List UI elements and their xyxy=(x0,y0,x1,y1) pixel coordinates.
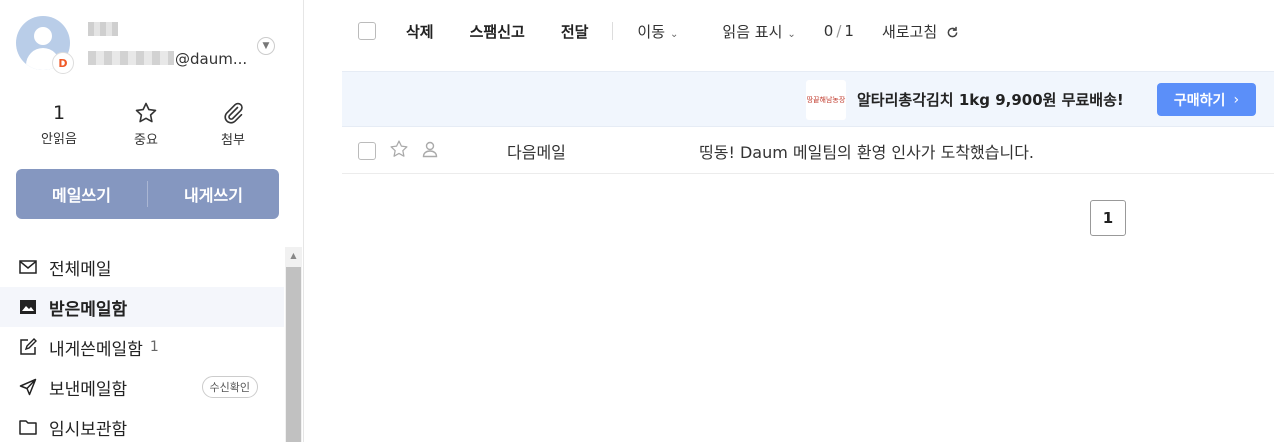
ad-thumbnail: 땅끝해남농장 xyxy=(806,80,846,120)
delete-button[interactable]: 삭제 xyxy=(406,21,434,42)
folder-sent-to-self[interactable]: 내게쓴메일함 1 xyxy=(0,327,284,367)
envelope-icon xyxy=(18,257,38,277)
inbox-icon xyxy=(18,297,38,317)
sidebar: D @daum... ▼ 1 안읽음 중요 첨부 메일쓰기 내게쓰기 전체메일 xyxy=(0,0,304,442)
refresh-label: 새로고침 xyxy=(881,22,938,41)
refresh-button[interactable]: 새로고침 xyxy=(882,21,959,42)
paper-plane-icon xyxy=(18,377,38,397)
folder-label: 내게쓴메일함 xyxy=(49,339,143,360)
counter-total: 1 xyxy=(844,22,854,40)
scroll-up-arrow-icon[interactable]: ▲ xyxy=(285,247,302,264)
chevron-down-icon: ▼ xyxy=(262,41,270,51)
compose-bar: 메일쓰기 내게쓰기 xyxy=(16,169,279,219)
message-subject[interactable]: 띵동! Daum 메일팀의 환영 인사가 도착했습니다. xyxy=(699,139,1034,163)
message-sender[interactable]: 다음메일 xyxy=(507,139,566,163)
page-number-button[interactable]: 1 xyxy=(1090,200,1126,236)
paperclip-icon xyxy=(198,101,268,127)
note-edit-icon xyxy=(18,337,38,357)
read-receipt-button[interactable]: 수신확인 xyxy=(201,376,258,398)
folder-label: 받은메일함 xyxy=(49,299,128,320)
account-email: @daum... xyxy=(175,50,248,68)
spam-report-button[interactable]: 스팸신고 xyxy=(470,21,525,42)
folder-all-mail[interactable]: 전체메일 xyxy=(0,247,284,287)
stat-important[interactable]: 중요 xyxy=(111,100,181,148)
star-icon[interactable] xyxy=(389,139,409,163)
stat-label-unread: 안읽음 xyxy=(41,132,77,147)
blurred-username xyxy=(88,22,118,36)
select-all-checkbox[interactable] xyxy=(358,22,376,40)
table-row[interactable]: 다음메일 띵동! Daum 메일팀의 환영 인사가 도착했습니다. xyxy=(342,128,1274,174)
sidebar-scrollbar[interactable]: ▲ xyxy=(285,247,302,442)
mark-read-dropdown[interactable]: 읽음 표시 ⌄ xyxy=(722,21,795,42)
folder-list: 전체메일 받은메일함 내게쓴메일함 1 보낸메일함 수신확인 임시보관함 xyxy=(0,247,284,447)
mail-toolbar: 삭제 스팸신고 전달 이동 ⌄ 읽음 표시 ⌄ 0/1 새로고침 xyxy=(342,0,1274,62)
person-icon[interactable] xyxy=(421,140,439,162)
refresh-icon xyxy=(947,26,958,37)
chevron-right-icon: › xyxy=(1233,91,1240,108)
mail-list-pane: 삭제 스팸신고 전달 이동 ⌄ 읽음 표시 ⌄ 0/1 새로고침 땅끝해남농장 알타… xyxy=(342,0,1274,236)
toolbar-divider xyxy=(612,22,614,40)
account-dropdown-button[interactable]: ▼ xyxy=(257,37,275,55)
counter-sep: / xyxy=(836,22,842,40)
row-checkbox[interactable] xyxy=(358,141,376,160)
star-icon xyxy=(111,101,181,127)
buy-label: 구매하기 xyxy=(1173,92,1226,109)
selection-counter: 0/1 xyxy=(824,22,854,40)
chevron-down-icon: ⌄ xyxy=(670,28,679,40)
folder-count: 1 xyxy=(149,339,159,355)
avatar-head xyxy=(34,27,52,45)
buy-button[interactable]: 구매하기 › xyxy=(1157,83,1256,116)
forward-button[interactable]: 전달 xyxy=(561,21,589,42)
blurred-email-prefix xyxy=(88,51,174,65)
ad-banner[interactable]: 땅끝해남농장 알타리총각김치 1kg 9,900원 무료배송! 구매하기 › xyxy=(342,71,1274,127)
scroll-thumb[interactable] xyxy=(286,267,301,442)
unread-count: 1 xyxy=(52,102,66,124)
folder-sent[interactable]: 보낸메일함 수신확인 xyxy=(0,367,284,407)
folder-label: 전체메일 xyxy=(49,259,112,280)
write-mail-button[interactable]: 메일쓰기 xyxy=(16,169,147,219)
chevron-down-icon: ⌄ xyxy=(787,28,796,40)
folder-drafts[interactable]: 임시보관함 xyxy=(0,407,284,447)
folder-icon xyxy=(18,417,38,437)
mark-read-label: 읽음 표시 xyxy=(722,22,783,41)
folder-inbox[interactable]: 받은메일함 xyxy=(0,287,284,327)
stat-label-attachment: 첨부 xyxy=(221,133,245,148)
folder-label: 보낸메일함 xyxy=(49,379,128,400)
move-label: 이동 xyxy=(637,22,666,41)
ad-text: 알타리총각김치 1kg 9,900원 무료배송! xyxy=(857,91,1124,109)
counter-current: 0 xyxy=(823,22,834,40)
stat-attachment[interactable]: 첨부 xyxy=(198,100,268,148)
stat-label-important: 중요 xyxy=(134,133,158,148)
daum-badge-icon: D xyxy=(52,52,74,74)
move-dropdown[interactable]: 이동 ⌄ xyxy=(637,21,678,42)
folder-label: 임시보관함 xyxy=(49,419,128,440)
write-to-self-button[interactable]: 내게쓰기 xyxy=(148,169,279,219)
stat-unread[interactable]: 1 안읽음 xyxy=(24,100,94,147)
